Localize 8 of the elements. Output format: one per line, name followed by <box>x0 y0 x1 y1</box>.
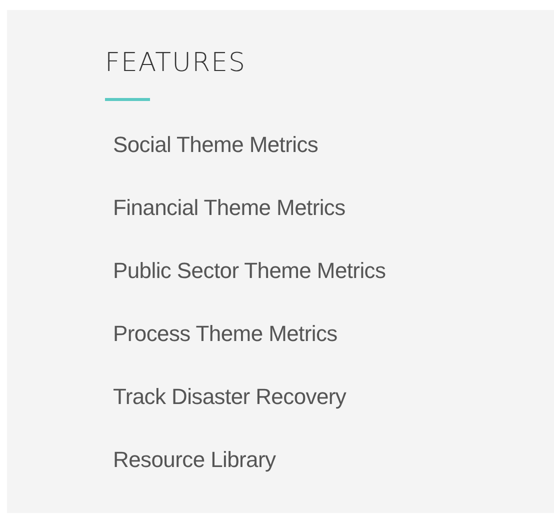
feature-link[interactable]: Resource Library <box>113 447 276 473</box>
feature-link[interactable]: Social Theme Metrics <box>113 132 318 158</box>
feature-link[interactable]: Track Disaster Recovery <box>113 384 346 410</box>
feature-link[interactable]: Financial Theme Metrics <box>113 195 346 221</box>
section-heading: FEATURES <box>105 48 248 78</box>
feature-link[interactable]: Public Sector Theme Metrics <box>113 258 386 284</box>
heading-underline <box>105 98 150 101</box>
feature-link[interactable]: Process Theme Metrics <box>113 321 338 347</box>
